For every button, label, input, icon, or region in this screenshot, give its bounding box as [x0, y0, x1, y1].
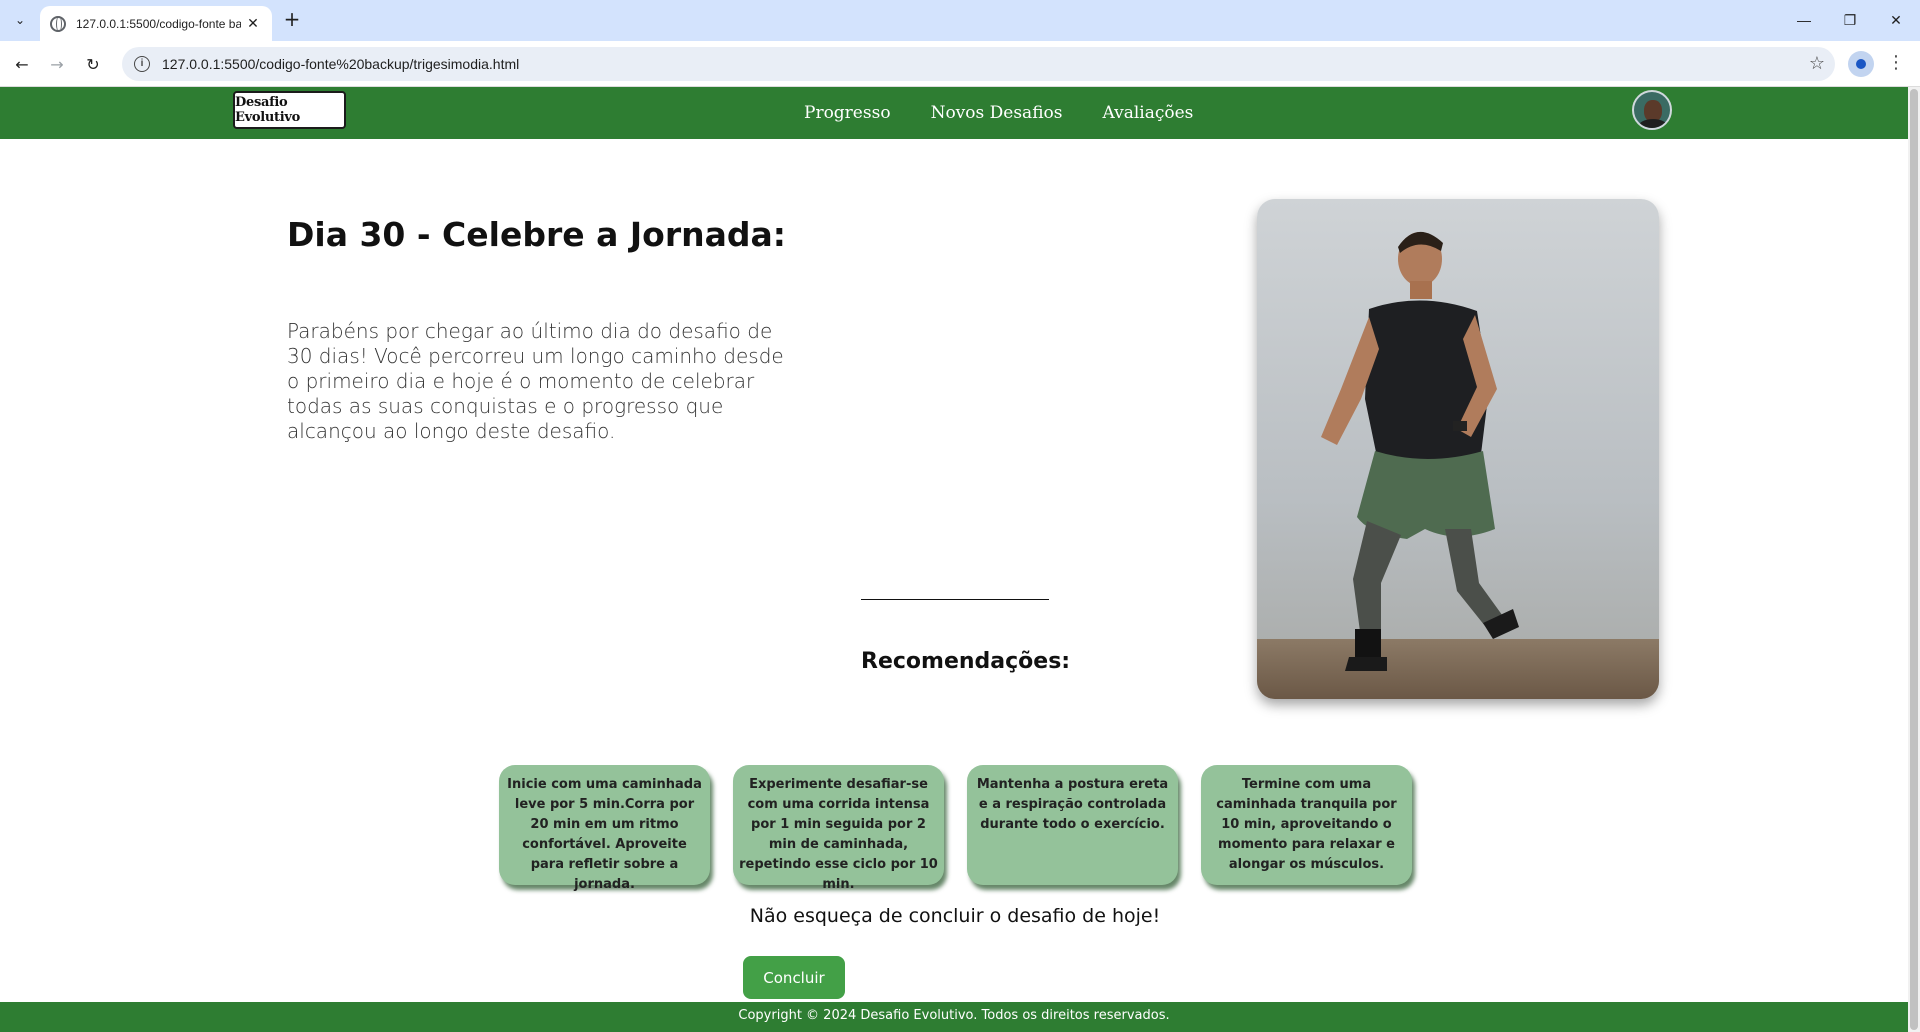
new-tab-button[interactable]: +: [280, 8, 304, 32]
tab-title: 127.0.0.1:5500/codigo-fonte backup/trige…: [76, 16, 241, 31]
restore-icon[interactable]: ❐: [1827, 0, 1873, 40]
browser-tab-strip: ⌄ 127.0.0.1:5500/codigo-fonte backup/tri…: [0, 0, 1920, 41]
site-logo[interactable]: Desafio Evolutivo: [233, 91, 346, 129]
recommendation-card: Mantenha a postura ereta e a respiração …: [967, 765, 1178, 885]
nav-link-avaliacoes[interactable]: Avaliações: [1103, 103, 1194, 123]
site-footer: Copyright © 2024 Desafio Evolutivo. Todo…: [0, 1002, 1908, 1032]
back-arrow-icon[interactable]: ←: [8, 50, 36, 78]
recommendation-card: Experimente desafiar-se com uma corrida …: [733, 765, 944, 892]
reminder-text: Não esqueça de concluir o desafio de hoj…: [749, 905, 1161, 927]
nav-link-progresso[interactable]: Progresso: [804, 103, 891, 123]
minimize-icon[interactable]: —: [1781, 0, 1827, 40]
user-avatar[interactable]: [1632, 90, 1672, 130]
page-scrollbar[interactable]: [1908, 87, 1920, 1032]
recommendations-title: Recomendações:: [861, 649, 1071, 674]
reload-icon[interactable]: ↻: [79, 50, 107, 78]
nav-link-novos-desafios[interactable]: Novos Desafios: [931, 103, 1063, 123]
close-window-icon[interactable]: ✕: [1873, 0, 1919, 40]
logo-text: Desafio Evolutivo: [235, 95, 300, 125]
tab-search-chevron-icon[interactable]: ⌄: [8, 8, 32, 32]
recommendations-list: Inicie com uma caminhada leve por 5 min.…: [499, 765, 1412, 892]
site-info-icon[interactable]: i: [134, 56, 150, 72]
copyright-text: Copyright © 2024 Desafio Evolutivo. Todo…: [738, 1008, 1170, 1023]
page-title: Dia 30 - Celebre a Jornada:: [287, 215, 786, 254]
runner-photo: [1257, 199, 1659, 699]
address-url[interactable]: 127.0.0.1:5500/codigo-fonte%20backup/tri…: [162, 56, 519, 72]
forward-arrow-icon[interactable]: →: [43, 50, 71, 78]
bookmark-star-icon[interactable]: ☆: [1809, 53, 1825, 74]
web-page: Desafio Evolutivo Progresso Novos Desafi…: [0, 87, 1908, 1032]
section-divider: [861, 599, 1049, 600]
browser-menu-icon[interactable]: ⋮: [1886, 52, 1906, 76]
intro-paragraph: Parabéns por chegar ao último dia do des…: [287, 319, 784, 443]
profile-icon[interactable]: [1848, 51, 1874, 77]
site-header: Desafio Evolutivo Progresso Novos Desafi…: [0, 87, 1908, 139]
globe-icon: [50, 15, 66, 32]
concluir-button[interactable]: Concluir: [743, 956, 845, 999]
tab-close-icon[interactable]: ✕: [244, 16, 262, 32]
browser-tab-active[interactable]: 127.0.0.1:5500/codigo-fonte backup/trige…: [40, 6, 272, 41]
recommendation-card: Inicie com uma caminhada leve por 5 min.…: [499, 765, 710, 892]
address-bar[interactable]: i 127.0.0.1:5500/codigo-fonte%20backup/t…: [122, 47, 1835, 81]
scrollbar-thumb[interactable]: [1910, 89, 1918, 1030]
runner-illustration: [1257, 199, 1659, 699]
recommendation-card: Termine com uma caminhada tranquila por …: [1201, 765, 1412, 885]
browser-toolbar: ← → ↻ i 127.0.0.1:5500/codigo-fonte%20ba…: [0, 41, 1920, 87]
site-nav: Progresso Novos Desafios Avaliações: [804, 103, 1193, 123]
